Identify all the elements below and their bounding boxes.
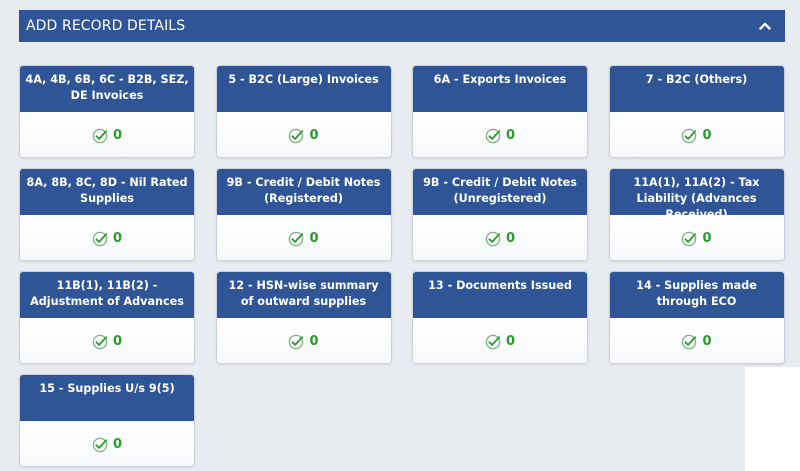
tile-title: 11A(1), 11A(2) - Tax Liability (Advances… bbox=[609, 169, 784, 221]
check-circle-icon bbox=[92, 231, 108, 247]
tile-count: 0 bbox=[702, 334, 712, 349]
tile-title: 15 - Supplies U/s 9(5) bbox=[20, 375, 194, 421]
tile-status: 0 bbox=[609, 112, 784, 157]
tile-status: 0 bbox=[20, 421, 194, 466]
tile-status: 0 bbox=[609, 318, 784, 363]
add-record-details-header[interactable]: ADD RECORD DETAILS bbox=[19, 10, 785, 42]
record-tile[interactable]: 11A(1), 11A(2) - Tax Liability (Advances… bbox=[608, 168, 785, 261]
blank-panel bbox=[745, 367, 800, 471]
tile-status: 0 bbox=[216, 112, 391, 157]
check-circle-icon bbox=[288, 231, 304, 247]
chevron-up-icon[interactable] bbox=[757, 18, 773, 34]
tile-title: 9B - Credit / Debit Notes (Registered) bbox=[216, 169, 391, 215]
tile-status: 0 bbox=[216, 215, 391, 260]
tile-count: 0 bbox=[112, 128, 123, 143]
tile-title: 6A - Exports Invoices bbox=[413, 66, 587, 112]
tile-count: 0 bbox=[702, 231, 712, 246]
section-title: ADD RECORD DETAILS bbox=[26, 18, 186, 34]
record-tile[interactable]: 7 - B2C (Others) 0 bbox=[608, 65, 785, 158]
record-tile[interactable]: 15 - Supplies U/s 9(5) 0 bbox=[19, 374, 195, 467]
tile-count: 0 bbox=[112, 231, 123, 246]
tile-title: 7 - B2C (Others) bbox=[609, 66, 784, 112]
record-tile[interactable]: 14 - Supplies made through ECO 0 bbox=[608, 271, 785, 364]
tile-title: 4A, 4B, 6B, 6C - B2B, SEZ, DE Invoices bbox=[20, 66, 194, 112]
tile-count: 0 bbox=[112, 334, 123, 349]
tile-status: 0 bbox=[20, 112, 194, 157]
tile-title: 11B(1), 11B(2) - Adjustment of Advances bbox=[20, 272, 194, 318]
check-circle-icon bbox=[681, 231, 697, 247]
tile-status: 0 bbox=[413, 215, 587, 260]
tile-status: 0 bbox=[216, 318, 391, 363]
tile-title: 9B - Credit / Debit Notes (Unregistered) bbox=[413, 169, 587, 215]
tile-title: 12 - HSN-wise summary of outward supplie… bbox=[216, 272, 391, 318]
tile-status: 0 bbox=[413, 112, 587, 157]
check-circle-icon bbox=[485, 231, 501, 247]
record-tile[interactable]: 8A, 8B, 8C, 8D - Nil Rated Supplies 0 bbox=[19, 168, 195, 261]
top-strip bbox=[0, 0, 800, 10]
tile-count: 0 bbox=[505, 231, 516, 246]
tile-title: 8A, 8B, 8C, 8D - Nil Rated Supplies bbox=[20, 169, 194, 215]
record-tile[interactable]: 11B(1), 11B(2) - Adjustment of Advances 0 bbox=[19, 271, 195, 364]
tile-status: 0 bbox=[20, 318, 194, 363]
check-circle-icon bbox=[288, 128, 304, 144]
check-circle-icon bbox=[288, 334, 304, 350]
tile-count: 0 bbox=[702, 128, 712, 143]
check-circle-icon bbox=[485, 334, 501, 350]
tile-count: 0 bbox=[112, 437, 123, 452]
record-tile[interactable]: 6A - Exports Invoices 0 bbox=[412, 65, 588, 158]
check-circle-icon bbox=[92, 334, 108, 350]
record-tile[interactable]: 9B - Credit / Debit Notes (Registered) 0 bbox=[215, 168, 392, 261]
tile-count: 0 bbox=[309, 334, 319, 349]
tile-title: 13 - Documents Issued bbox=[413, 272, 587, 318]
record-tiles-grid: 4A, 4B, 6B, 6C - B2B, SEZ, DE Invoices 0 5… bbox=[19, 65, 785, 467]
check-circle-icon bbox=[485, 128, 501, 144]
check-circle-icon bbox=[92, 437, 108, 453]
record-tile[interactable]: 9B - Credit / Debit Notes (Unregistered)… bbox=[412, 168, 588, 261]
record-tile[interactable]: 12 - HSN-wise summary of outward supplie… bbox=[215, 271, 392, 364]
record-tile[interactable]: 13 - Documents Issued 0 bbox=[412, 271, 588, 364]
tile-count: 0 bbox=[309, 231, 319, 246]
tile-count: 0 bbox=[309, 128, 319, 143]
tile-status: 0 bbox=[20, 215, 194, 260]
check-circle-icon bbox=[92, 128, 108, 144]
check-circle-icon bbox=[681, 334, 697, 350]
tile-count: 0 bbox=[505, 128, 516, 143]
tile-title: 14 - Supplies made through ECO bbox=[609, 272, 784, 318]
tile-count: 0 bbox=[505, 334, 516, 349]
record-tile[interactable]: 5 - B2C (Large) Invoices 0 bbox=[215, 65, 392, 158]
tile-status: 0 bbox=[413, 318, 587, 363]
check-circle-icon bbox=[681, 128, 697, 144]
tile-title: 5 - B2C (Large) Invoices bbox=[216, 66, 391, 112]
record-tile[interactable]: 4A, 4B, 6B, 6C - B2B, SEZ, DE Invoices 0 bbox=[19, 65, 195, 158]
